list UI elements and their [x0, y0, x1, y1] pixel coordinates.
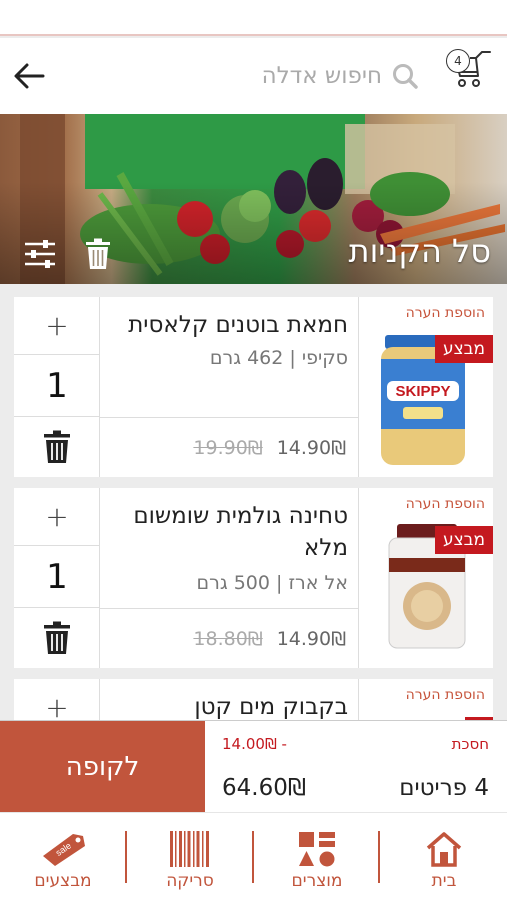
cart-button[interactable]: 4: [440, 44, 496, 92]
total-price: 64.60₪: [222, 775, 306, 801]
item-brand-size: אל ארז | 500 גרם: [196, 572, 349, 594]
trash-icon: [44, 621, 70, 654]
item-image-column: הוספת הערה: [358, 679, 493, 720]
bottom-navigation: בית מוצרים סריקה sale מבצעים: [0, 812, 507, 900]
item-name: טחינה גולמית שומשום מלא: [133, 503, 348, 561]
home-icon: [426, 832, 462, 867]
quantity-control: + 1: [14, 488, 100, 668]
item-name: חמאת בוטנים קלאסית: [128, 312, 348, 338]
sale-tag-icon: sale: [43, 834, 85, 866]
increase-quantity-button[interactable]: +: [14, 297, 100, 355]
top-bar: חיפוש אדלה 4: [0, 38, 507, 114]
status-strip: [0, 0, 507, 36]
sliders-icon: [25, 240, 55, 268]
cart-item: + בקבוק מים קטן הוספת הערה: [14, 679, 493, 720]
increase-quantity-button[interactable]: +: [14, 679, 100, 720]
item-price: 14.90₪: [276, 436, 346, 459]
item-image-column: הוספת הערה מבצע: [358, 488, 493, 668]
savings-label: חסכת: [451, 735, 489, 753]
svg-text:SKIPPY: SKIPPY: [395, 383, 450, 400]
cart-title: סל הקניות: [348, 232, 491, 270]
nav-home[interactable]: בית: [381, 813, 507, 900]
cart-item: + 1 חמאת בוטנים קלאסית סקיפי | 462 גרם 1…: [14, 297, 493, 477]
remove-item-button[interactable]: [14, 608, 100, 668]
filter-button[interactable]: [20, 236, 60, 272]
nav-home-label: בית: [431, 871, 457, 891]
trash-icon: [86, 238, 110, 269]
cart-summary-bar: לקופה חסכת 14.00₪ - 4 פריטים 64.60₪: [0, 720, 507, 813]
promo-badge: מבצע: [435, 526, 493, 554]
item-info[interactable]: טחינה גולמית שומשום מלא אל ארז | 500 גרם…: [100, 488, 358, 668]
savings-value: 14.00₪ -: [222, 735, 287, 753]
quantity-value: 1: [14, 355, 100, 417]
clear-cart-button[interactable]: [78, 236, 118, 272]
back-button[interactable]: [10, 58, 48, 94]
nav-sales[interactable]: sale מבצעים: [0, 813, 126, 900]
remove-item-button[interactable]: [14, 417, 100, 477]
search-field[interactable]: חיפוש אדלה: [230, 58, 420, 94]
nav-products-label: מוצרים: [291, 871, 343, 891]
quantity-control: +: [14, 679, 100, 720]
price-row: 14.90₪ 18.80₪: [100, 608, 358, 668]
trash-icon: [44, 430, 70, 463]
item-name: בקבוק מים קטן: [194, 694, 348, 720]
item-image-column: הוספת הערה SKIPPY מבצע: [358, 297, 493, 477]
checkout-button[interactable]: לקופה: [0, 721, 205, 813]
products-icon: [299, 832, 335, 867]
add-note-link[interactable]: הוספת הערה: [406, 687, 485, 703]
arrow-left-icon: [14, 63, 45, 89]
add-note-link[interactable]: הוספת הערה: [406, 305, 485, 321]
item-price: 14.90₪: [276, 627, 346, 650]
item-old-price: 18.80₪: [193, 627, 263, 650]
nav-scan[interactable]: סריקה: [127, 813, 253, 900]
nav-scan-label: סריקה: [166, 871, 214, 891]
cart-items-list[interactable]: + 1 חמאת בוטנים קלאסית סקיפי | 462 גרם 1…: [0, 284, 507, 720]
cart-hero-banner: סל הקניות: [0, 114, 507, 284]
nav-products[interactable]: מוצרים: [254, 813, 380, 900]
quantity-value: 1: [14, 546, 100, 608]
increase-quantity-button[interactable]: +: [14, 488, 100, 546]
add-note-link[interactable]: הוספת הערה: [406, 496, 485, 512]
search-placeholder: חיפוש אדלה: [261, 63, 382, 89]
nav-sales-label: מבצעים: [34, 871, 92, 891]
price-row: 14.90₪ 19.90₪: [100, 417, 358, 477]
cart-count-badge: 4: [446, 49, 470, 73]
item-info[interactable]: חמאת בוטנים קלאסית סקיפי | 462 גרם 14.90…: [100, 297, 358, 477]
items-count: 4 פריטים: [399, 775, 489, 801]
promo-badge: מבצע: [435, 335, 493, 363]
item-info[interactable]: בקבוק מים קטן: [100, 679, 358, 720]
item-old-price: 19.90₪: [193, 436, 263, 459]
cart-item: + 1 טחינה גולמית שומשום מלא אל ארז | 500…: [14, 488, 493, 668]
barcode-icon: [170, 831, 209, 867]
quantity-control: + 1: [14, 297, 100, 477]
search-icon: [393, 64, 418, 89]
item-brand-size: סקיפי | 462 גרם: [209, 347, 348, 369]
